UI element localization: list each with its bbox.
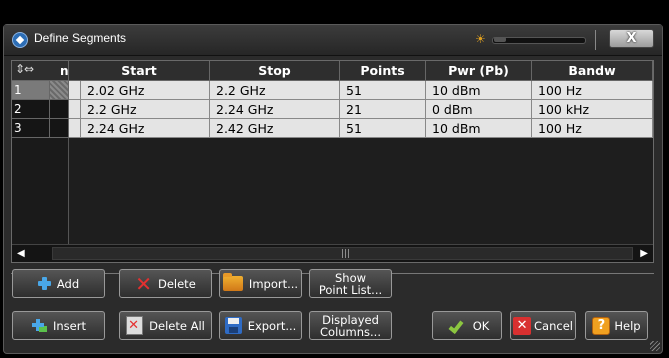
table-cell-stop[interactable]: 2.24 GHz [210,100,340,119]
brightness-icon: ☀ [475,32,486,46]
insert-icon [31,318,47,333]
table-cell-points[interactable]: 51 [340,81,426,100]
column-header-n: n [60,64,69,78]
show-point-list-button[interactable]: Show Point List... [309,269,392,298]
scrollbar-grip-icon: ||| [341,249,351,259]
define-segments-dialog: Define Segments ☀ X ⇕⇔ n Start Stop Poin… [3,24,663,354]
table-cell [69,81,81,100]
column-header-pwr[interactable]: Pwr (Pb) [426,61,532,81]
help-button[interactable]: ? Help [585,311,648,340]
segments-table: ⇕⇔ n Start Stop Points Pwr (Pb) Bandw 1 … [11,60,654,263]
column-header-start[interactable]: Start [69,61,210,81]
floppy-icon [224,317,242,334]
title-bar[interactable]: Define Segments ☀ X [4,25,662,56]
help-icon: ? [592,316,611,335]
row-number[interactable]: 3 [12,119,50,138]
folder-icon [222,273,243,291]
resize-grip[interactable] [650,341,660,351]
cancel-button-label: Cancel [534,318,573,333]
brightness-slider[interactable] [492,37,586,44]
row-header-empty-area [12,138,69,244]
delete-button-label: Delete [157,276,196,291]
x-icon: ✕ [135,271,152,296]
table-cell-points[interactable]: 51 [340,119,426,138]
horizontal-scrollbar[interactable]: ◀ ||| ▶ [12,244,653,262]
cancel-button[interactable]: ✕ Cancel [510,311,576,340]
table-corner-cell[interactable]: ⇕⇔ n [12,61,69,81]
delete-button[interactable]: ✕ Delete [119,269,212,298]
insert-button-label: Insert [53,318,86,333]
table-cell-pwr[interactable]: 0 dBm [426,100,532,119]
plus-icon [37,277,51,290]
table-cell [69,100,81,119]
insert-button[interactable]: Insert [12,311,105,340]
table-cell-start[interactable]: 2.24 GHz [81,119,210,138]
checkmark-icon [445,318,467,334]
table-cell-pwr[interactable]: 10 dBm [426,119,532,138]
table-cell [69,119,81,138]
scroll-right-arrow-icon[interactable]: ▶ [640,248,648,259]
row-selector[interactable] [50,81,69,100]
table-cell-points[interactable]: 21 [340,100,426,119]
export-button-label: Export... [247,318,297,333]
scroll-left-arrow-icon[interactable]: ◀ [17,248,25,259]
table-cell-bandw[interactable]: 100 Hz [532,119,653,138]
delete-all-button[interactable]: Delete All [119,311,212,340]
column-header-bandw[interactable]: Bandw [532,61,653,81]
close-button[interactable]: X [609,29,654,48]
ok-button-label: OK [472,318,490,333]
help-button-label: Help [614,318,641,333]
ok-button[interactable]: OK [432,311,502,340]
resize-arrows-icon: ⇕⇔ [15,62,34,76]
displayed-columns-button[interactable]: Displayed Columns... [309,311,392,340]
table-empty-area [69,138,653,244]
table-cell-bandw[interactable]: 100 kHz [532,100,653,119]
cancel-icon: ✕ [513,316,532,335]
dialog-title: Define Segments [34,31,127,45]
brightness-slider-thumb[interactable] [494,37,506,42]
add-button[interactable]: Add [12,269,105,298]
table-cell-stop[interactable]: 2.2 GHz [210,81,340,100]
column-header-points[interactable]: Points [340,61,426,81]
title-separator [595,30,596,50]
app-logo-icon [12,32,28,48]
table-cell-start[interactable]: 2.2 GHz [81,100,210,119]
delete-all-icon [126,316,144,335]
scrollbar-thumb[interactable]: ||| [52,247,633,260]
show-point-list-label-line1: Show [334,270,367,285]
row-number[interactable]: 2 [12,100,50,119]
table-cell-pwr[interactable]: 10 dBm [426,81,532,100]
import-button[interactable]: Import... [219,269,302,298]
add-button-label: Add [56,276,80,291]
export-button[interactable]: Export... [219,311,302,340]
displayed-columns-label-line2: Columns... [320,324,381,339]
import-button-label: Import... [248,276,299,291]
row-selector[interactable] [50,119,69,138]
displayed-columns-label-line1: Displayed [322,312,379,327]
table-cell-start[interactable]: 2.02 GHz [81,81,210,100]
row-number[interactable]: 1 [12,81,50,100]
table-cell-stop[interactable]: 2.42 GHz [210,119,340,138]
row-selector[interactable] [50,100,69,119]
table-cell-bandw[interactable]: 100 Hz [532,81,653,100]
show-point-list-label-line2: Point List... [318,282,383,297]
column-header-stop[interactable]: Stop [210,61,340,81]
delete-all-button-label: Delete All [149,318,205,333]
